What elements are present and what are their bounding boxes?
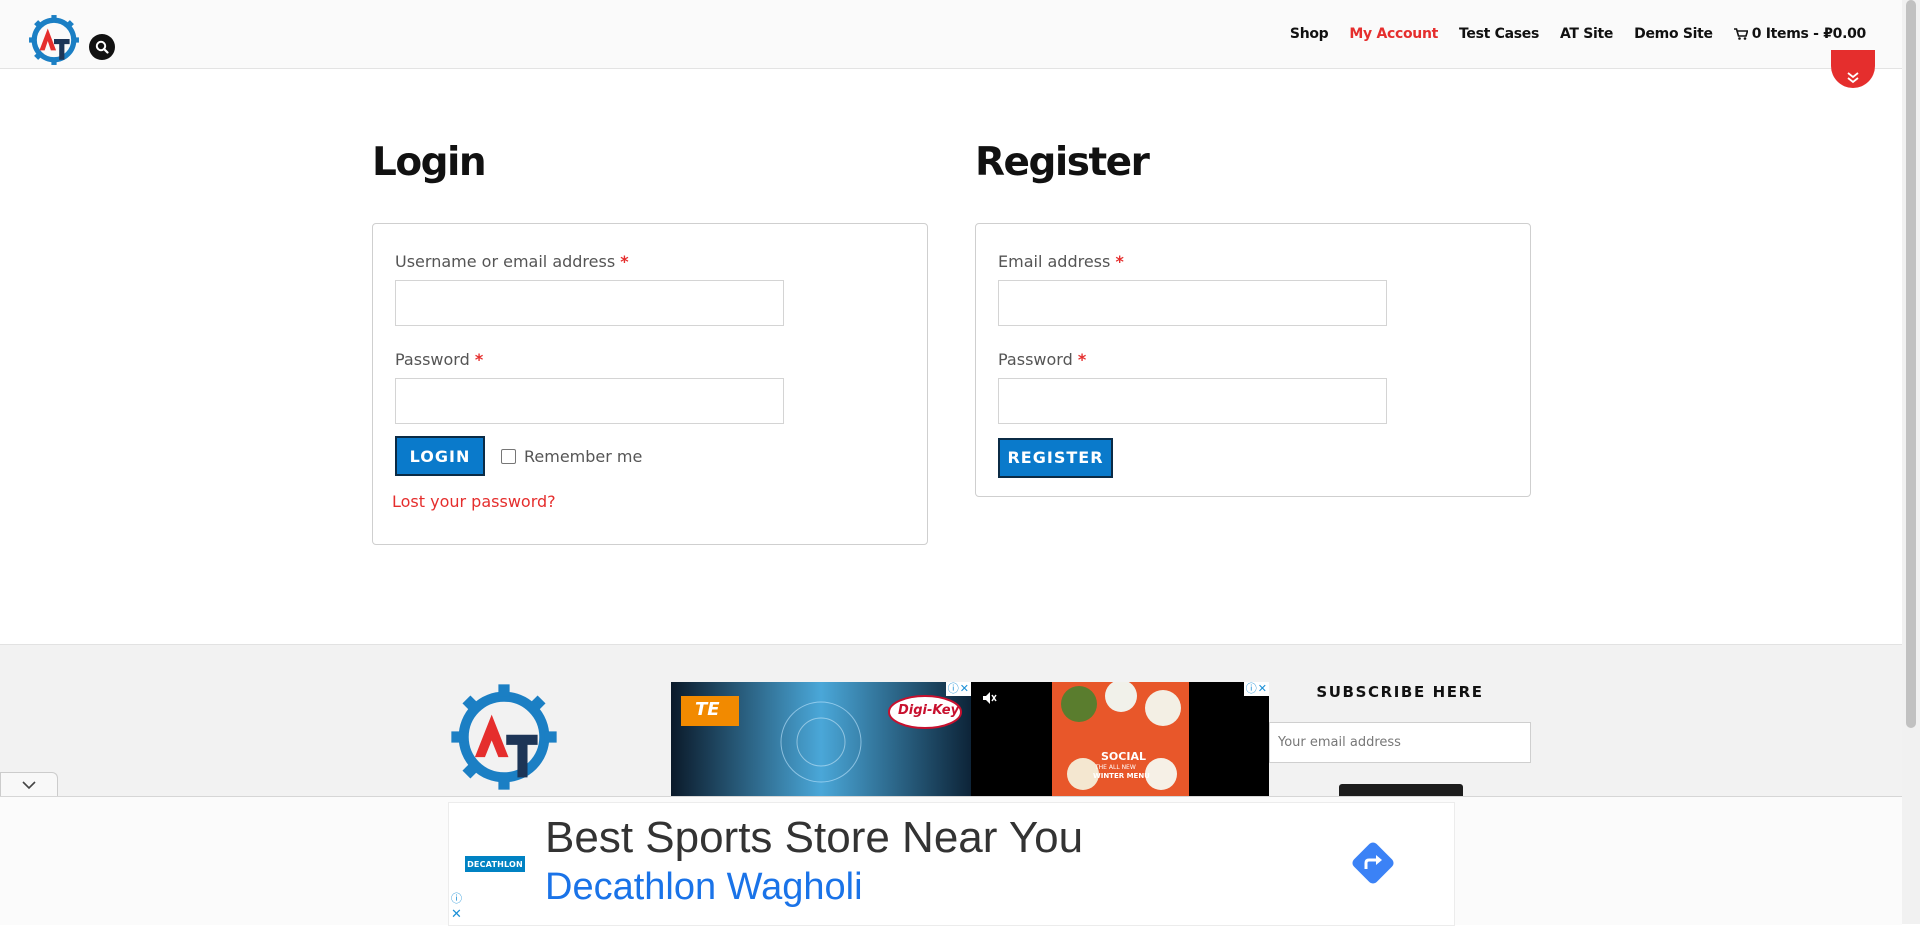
search-button[interactable] bbox=[89, 34, 115, 60]
anchor-ad-subline[interactable]: Decathlon Wagholi bbox=[545, 866, 863, 909]
password-input[interactable] bbox=[395, 378, 784, 424]
decathlon-logo: DECATHLON bbox=[465, 856, 525, 872]
ad-banner-te[interactable]: TE Digi-Key ⓘ ✕ bbox=[671, 682, 971, 796]
register-password-label-text: Password bbox=[998, 350, 1073, 369]
ad-collapse-tab[interactable] bbox=[0, 772, 58, 797]
main-nav: Shop My Account Test Cases AT Site Demo … bbox=[1290, 26, 1866, 42]
ad-banner-te-partner: Digi-Key bbox=[898, 703, 960, 718]
login-actions: LOGIN Remember me bbox=[395, 436, 905, 476]
required-mark: * bbox=[1115, 252, 1124, 271]
ad-close-icon[interactable]: ✕ bbox=[960, 683, 969, 695]
remember-me-label[interactable]: Remember me bbox=[524, 447, 642, 466]
register-title: Register bbox=[975, 140, 1150, 185]
ad-close-icon[interactable]: ✕ bbox=[1258, 683, 1267, 695]
nav-my-account[interactable]: My Account bbox=[1349, 26, 1438, 42]
login-button[interactable]: LOGIN bbox=[395, 436, 485, 476]
email-label: Email address * bbox=[998, 252, 1508, 272]
login-section: Login Username or email address * Passwo… bbox=[372, 140, 928, 545]
ad-food-line2: THE ALL NEW bbox=[1095, 764, 1136, 771]
nav-shop[interactable]: Shop bbox=[1290, 26, 1329, 42]
scroll-toggle-button[interactable] bbox=[1831, 50, 1875, 88]
password-label-text: Password bbox=[395, 350, 470, 369]
scrollbar-thumb[interactable] bbox=[1906, 0, 1916, 728]
username-label: Username or email address * bbox=[395, 252, 905, 272]
required-mark: * bbox=[1077, 350, 1087, 369]
remember-me-checkbox[interactable] bbox=[501, 448, 516, 464]
site-logo[interactable] bbox=[28, 14, 80, 66]
subscribe-email-input[interactable]: Your email address bbox=[1269, 722, 1531, 763]
register-section: Register Email address * Password * REGI… bbox=[975, 140, 1531, 497]
email-label-text: Email address bbox=[998, 252, 1111, 271]
subscribe-title: SUBSCRIBE HERE bbox=[1316, 683, 1484, 701]
username-input[interactable] bbox=[395, 280, 784, 326]
ad-food-title: SOCIAL bbox=[1101, 750, 1146, 763]
anchor-ad-headline[interactable]: Best Sports Store Near You bbox=[545, 813, 1083, 863]
register-password-input[interactable] bbox=[998, 378, 1387, 424]
ad-banner-te-brand: TE bbox=[695, 699, 720, 720]
register-form: Email address * Password * REGISTER bbox=[975, 223, 1531, 497]
ad-info-icon[interactable]: ⓘ bbox=[1246, 683, 1257, 695]
register-email-input[interactable] bbox=[998, 280, 1387, 326]
nav-at-site[interactable]: AT Site bbox=[1560, 26, 1613, 42]
double-chevron-down-icon bbox=[1847, 72, 1859, 84]
ad-food-line3: WINTER MENU bbox=[1093, 772, 1150, 780]
subscribe-placeholder: Your email address bbox=[1278, 735, 1401, 750]
username-label-text: Username or email address bbox=[395, 252, 616, 271]
page-scrollbar[interactable] bbox=[1902, 0, 1920, 924]
lost-password-link[interactable]: Lost your password? bbox=[392, 492, 905, 511]
anchor-ad-close-icon[interactable]: ✕ bbox=[451, 908, 462, 922]
site-header: Shop My Account Test Cases AT Site Demo … bbox=[0, 0, 1902, 69]
nav-demo-site[interactable]: Demo Site bbox=[1634, 26, 1713, 42]
required-mark: * bbox=[620, 252, 629, 271]
chevron-down-icon bbox=[22, 780, 36, 789]
footer-logo bbox=[451, 684, 557, 790]
mute-icon[interactable] bbox=[981, 690, 997, 706]
cart-icon bbox=[1733, 28, 1748, 40]
ad-banner-food[interactable]: SOCIAL THE ALL NEW WINTER MENU ⓘ ✕ bbox=[971, 682, 1269, 796]
nav-test-cases[interactable]: Test Cases bbox=[1459, 26, 1539, 42]
ad-choices[interactable]: ⓘ ✕ bbox=[1243, 682, 1269, 696]
register-password-label: Password * bbox=[998, 350, 1508, 370]
required-mark: * bbox=[474, 350, 484, 369]
anchor-ad-info-icon[interactable]: ⓘ bbox=[451, 893, 462, 905]
login-form: Username or email address * Password * L… bbox=[372, 223, 928, 545]
directions-icon[interactable] bbox=[1349, 839, 1397, 887]
cart-summary: 0 Items - ₽0.00 bbox=[1751, 26, 1867, 42]
nav-cart[interactable]: 0 Items - ₽0.00 bbox=[1733, 26, 1867, 42]
search-icon bbox=[95, 40, 109, 54]
ad-info-icon[interactable]: ⓘ bbox=[948, 683, 959, 695]
register-button[interactable]: REGISTER bbox=[998, 437, 1113, 478]
password-label: Password * bbox=[395, 350, 905, 370]
login-title: Login bbox=[372, 140, 487, 185]
ad-choices[interactable]: ⓘ ✕ bbox=[945, 682, 971, 696]
